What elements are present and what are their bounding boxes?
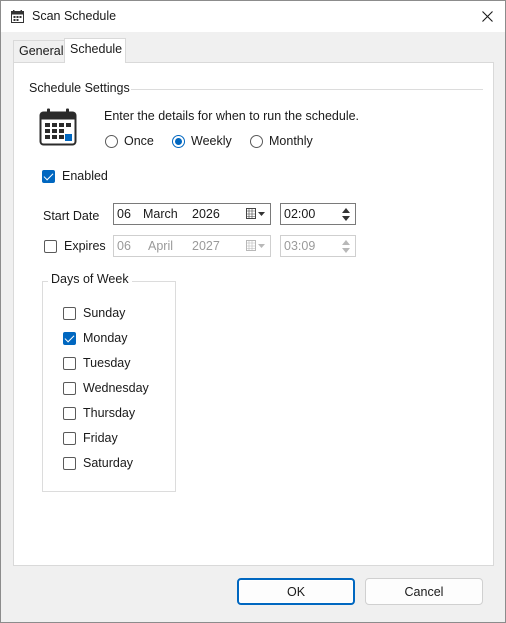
radio-once[interactable]: Once [105,134,154,148]
radio-label: Weekly [191,134,232,148]
day-checkbox[interactable] [63,306,76,320]
day-label: Saturday [83,456,134,470]
start-time-input[interactable]: 02:00 [280,203,356,225]
calendar-icon [39,108,77,146]
start-date-day[interactable]: 06 [117,207,131,221]
day-checkbox[interactable] [63,331,76,345]
close-button[interactable] [469,1,505,32]
expires-label: Expires [64,239,106,253]
expires-checkbox-row[interactable]: Expires [44,239,106,253]
day-label: Friday [83,431,118,445]
day-label: Wednesday [83,381,149,395]
time-spinner[interactable] [339,206,353,222]
ok-button[interactable]: OK [237,578,355,605]
day-wednesday[interactable]: Wednesday [63,381,149,395]
start-date-month[interactable]: March [143,207,178,221]
radio-monthly[interactable]: Monthly [250,134,313,148]
day-saturday[interactable]: Saturday [63,456,133,470]
day-checkbox[interactable] [63,381,76,395]
radio-button[interactable] [250,134,263,148]
day-friday[interactable]: Friday [63,431,118,445]
expires-date-day: 06 [117,239,131,253]
expires-date-month: April [148,239,174,253]
day-label: Monday [83,331,128,345]
expires-date-picker: 06 April 2027 [113,235,271,257]
start-date-year[interactable]: 2026 [192,207,220,221]
window-title: Scan Schedule [32,9,117,23]
schedule-hint-text: Enter the details for when to run the sc… [104,109,360,123]
spin-up-icon[interactable] [339,206,353,214]
enabled-label: Enabled [62,169,108,183]
expires-date-year: 2027 [192,239,220,253]
day-sunday[interactable]: Sunday [63,306,125,320]
divider [131,89,483,90]
start-time-value[interactable]: 02:00 [284,207,315,221]
radio-button[interactable] [105,134,118,148]
radio-button[interactable] [172,134,185,148]
start-date-picker[interactable]: 06 March 2026 [113,203,271,225]
enabled-checkbox[interactable] [42,169,55,183]
radio-weekly[interactable]: Weekly [172,134,232,148]
calendar-dropdown-icon [245,239,267,253]
expires-time-value: 03:09 [284,239,316,253]
day-checkbox[interactable] [63,431,76,445]
time-spinner [339,238,353,254]
spin-down-icon[interactable] [339,214,353,222]
day-checkbox[interactable] [63,356,76,370]
expires-time-input: 03:09 [280,235,356,257]
day-label: Sunday [83,306,126,320]
close-icon [481,11,493,22]
schedule-settings-heading: Schedule Settings [29,81,130,95]
day-checkbox[interactable] [63,456,76,470]
radio-label: Once [124,134,154,148]
scan-schedule-dialog: Scan Schedule General Schedule Schedule … [0,0,506,623]
tab-schedule[interactable]: Schedule [64,38,126,63]
enabled-checkbox-row[interactable]: Enabled [42,169,108,183]
title-bar: Scan Schedule [1,1,505,32]
start-date-label: Start Date [43,209,100,223]
day-label: Tuesday [83,356,131,370]
calendar-dropdown-icon[interactable] [245,207,267,221]
day-thursday[interactable]: Thursday [63,406,135,420]
days-of-week-title: Days of Week [48,272,132,286]
day-monday[interactable]: Monday [63,331,127,345]
day-checkbox[interactable] [63,406,76,420]
tab-general[interactable]: General [13,40,65,62]
cancel-button[interactable]: Cancel [365,578,483,605]
day-tuesday[interactable]: Tuesday [63,356,130,370]
spin-up-icon [339,238,353,246]
calendar-icon [11,10,24,23]
spin-down-icon [339,246,353,254]
day-label: Thursday [83,406,136,420]
radio-label: Monthly [269,134,313,148]
expires-checkbox[interactable] [44,239,57,253]
